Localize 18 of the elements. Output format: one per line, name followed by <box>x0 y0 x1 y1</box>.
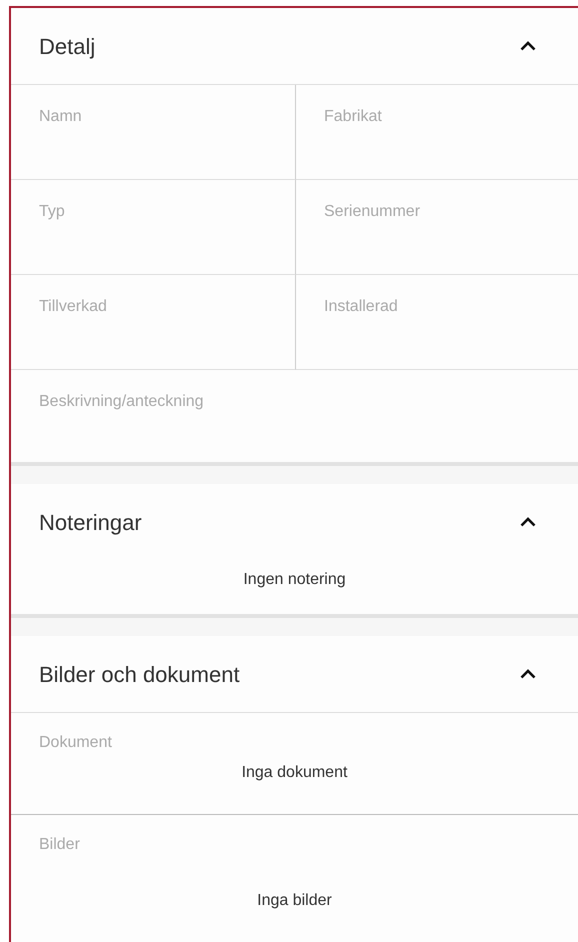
field-label: Serienummer <box>324 203 420 220</box>
group-label: Dokument <box>39 733 112 753</box>
empty-message: Ingen notering <box>243 570 346 590</box>
section-title: Bilder och dokument <box>39 660 240 688</box>
section-title: Detalj <box>39 32 96 61</box>
field-label: Fabrikat <box>324 108 382 125</box>
field-label: Namn <box>39 108 82 125</box>
section-title: Noteringar <box>39 508 142 537</box>
field-label: Beskrivning/anteckning <box>39 393 204 410</box>
chevron-icon[interactable] <box>520 517 536 527</box>
chevron-icon[interactable] <box>520 41 536 51</box>
empty-message: Inga dokument <box>242 763 348 783</box>
empty-message: Inga bilder <box>257 891 332 911</box>
field-label: Tillverkad <box>39 298 107 315</box>
chevron-icon[interactable] <box>520 669 536 679</box>
field-label: Typ <box>39 203 65 220</box>
field-label: Installerad <box>324 298 398 315</box>
group-label: Bilder <box>39 835 80 855</box>
